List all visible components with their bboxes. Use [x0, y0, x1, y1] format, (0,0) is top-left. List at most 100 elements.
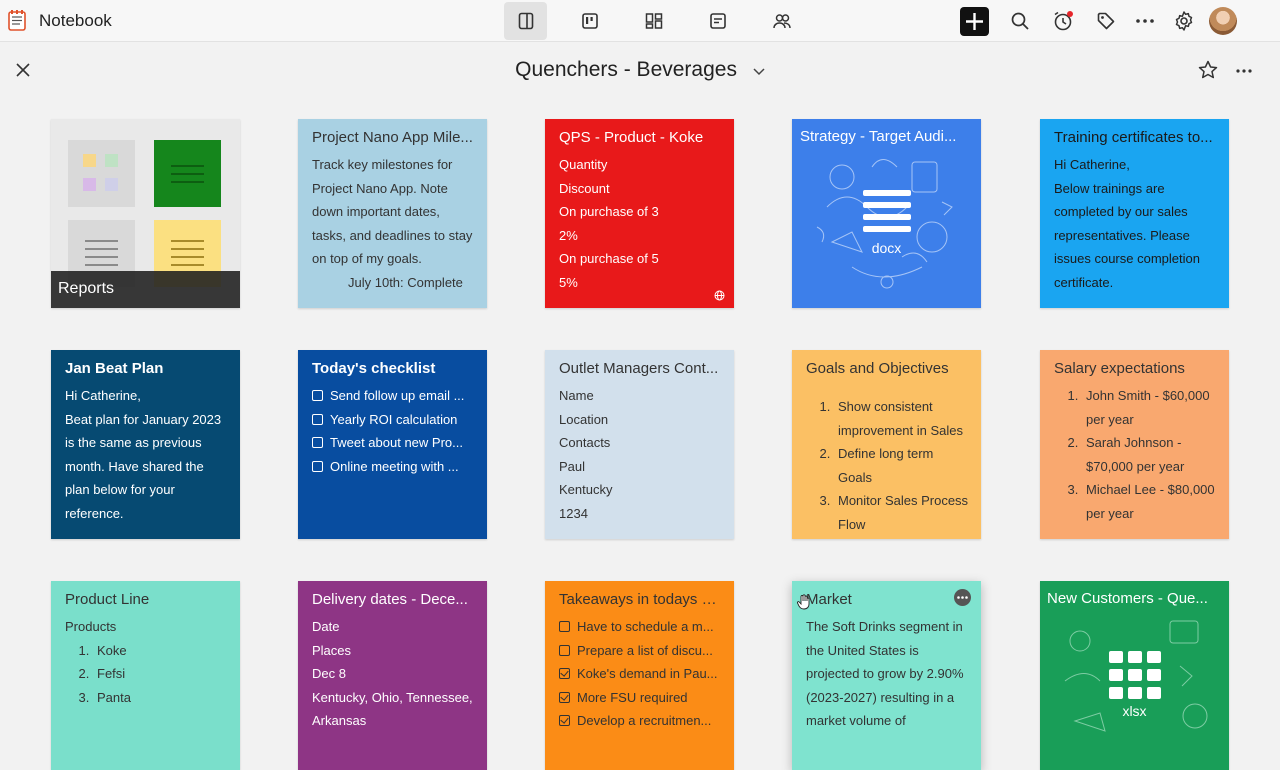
reports-group-card[interactable]: Reports: [51, 119, 240, 308]
note-card-training[interactable]: Training certificates to... Hi Catherine…: [1040, 119, 1229, 308]
notebook-title-dropdown[interactable]: Quenchers - Beverages: [0, 58, 1280, 82]
list-item: Koke: [93, 639, 228, 663]
list-item: Fefsi: [93, 662, 228, 686]
note-body: John Smith - $60,000 per year Sarah John…: [1054, 384, 1217, 526]
more-icon[interactable]: [1133, 9, 1157, 33]
list-item: Define long term Goals: [834, 442, 969, 489]
view-tabs: [504, 2, 824, 40]
note-body: Hi Catherine, Beat plan for January 2023…: [65, 384, 228, 526]
list-item: Michael Lee - $80,000 per year: [1082, 478, 1217, 525]
note-menu-icon[interactable]: [954, 589, 971, 606]
file-type-label: docx: [871, 240, 902, 256]
note-card-qps[interactable]: QPS - Product - Koke Quantity Discount O…: [545, 119, 734, 308]
checklist-item-label: Prepare a list of discu...: [577, 642, 713, 658]
checklist-item[interactable]: More FSU required: [559, 686, 722, 710]
note-text: Below trainings are completed by our sal…: [1054, 180, 1200, 290]
checkbox[interactable]: [312, 413, 323, 425]
list-item: Show consistent improvement in Sales: [834, 395, 969, 442]
checklist-item-label: Send follow up email ...: [330, 388, 465, 403]
note-title: Jan Beat Plan: [65, 360, 164, 377]
note-card-goals[interactable]: Goals and Objectives Show consistent imp…: [792, 350, 981, 539]
note-line: Date: [312, 619, 340, 634]
board-icon[interactable]: [568, 2, 611, 40]
note-card-delivery-dates[interactable]: Delivery dates - Dece... Date Places Dec…: [298, 581, 487, 770]
checkbox[interactable]: [312, 437, 323, 449]
list-item: Sarah Johnson - $70,000 per year: [1082, 431, 1217, 478]
note-title: Salary expectations: [1054, 360, 1185, 377]
note-title: QPS - Product - Koke: [559, 129, 704, 146]
note-title: Takeaways in todays M...: [559, 591, 724, 608]
note-title: Training certificates to...: [1054, 129, 1213, 146]
list-item: Monitor Sales Process Flow: [834, 489, 969, 536]
checklist-card-takeaways[interactable]: Takeaways in todays M... Have to schedul…: [545, 581, 734, 770]
chevron-down-icon: [753, 58, 765, 82]
note-card-project-nano[interactable]: Project Nano App Mile... Track key miles…: [298, 119, 487, 308]
add-icon: [966, 13, 983, 30]
file-title: Strategy - Target Audi...: [800, 128, 957, 145]
collaborators-icon[interactable]: [760, 2, 803, 40]
settings-icon[interactable]: [1172, 9, 1196, 33]
note-title: Outlet Managers Cont...: [559, 360, 719, 377]
checkbox[interactable]: [559, 644, 570, 656]
checkbox[interactable]: [312, 460, 323, 472]
file-card-new-customers[interactable]: New Customers - Que... xlsx: [1040, 581, 1229, 770]
star-icon[interactable]: [1198, 60, 1218, 80]
avatar[interactable]: [1209, 7, 1237, 35]
checkbox[interactable]: [312, 390, 323, 401]
list-item: John Smith - $60,000 per year: [1082, 384, 1217, 431]
notebook-more-icon[interactable]: [1234, 61, 1254, 81]
checklist-item[interactable]: Send follow up email ...: [312, 384, 475, 408]
note-body: The Soft Drinks segment in the United St…: [806, 615, 969, 733]
checkbox-checked[interactable]: [559, 715, 570, 727]
checklist-item-label: Koke's demand in Pau...: [577, 666, 718, 682]
note-line: Contacts: [559, 435, 611, 451]
checklist-item[interactable]: Develop a recruitmen...: [559, 709, 722, 733]
note-card-outlet-managers[interactable]: Outlet Managers Cont... Name Location Co…: [545, 350, 734, 539]
tag-icon[interactable]: [1094, 9, 1118, 33]
note-card-jan-beat[interactable]: Jan Beat Plan Hi Catherine, Beat plan fo…: [51, 350, 240, 539]
note-body: Track key milestones for Project Nano Ap…: [312, 153, 475, 295]
note-body: Date Places Dec 8 Kentucky, Ohio, Tennes…: [312, 615, 475, 733]
notebook-app-icon: [6, 9, 28, 31]
app-title: Notebook: [39, 11, 112, 30]
checklist: Have to schedule a m... Prepare a list o…: [559, 615, 722, 733]
note-line: Places: [312, 642, 352, 658]
add-button[interactable]: [960, 7, 989, 36]
note-card-salary[interactable]: Salary expectations John Smith - $60,000…: [1040, 350, 1229, 539]
checklist-item[interactable]: Yearly ROI calculation: [312, 408, 475, 432]
checklist-item[interactable]: Online meeting with ...: [312, 455, 475, 479]
sidebar-toggle-icon[interactable]: [504, 2, 547, 40]
note-title: Market: [806, 591, 852, 608]
grid-icon[interactable]: [632, 2, 675, 40]
checkbox-checked[interactable]: [559, 691, 570, 703]
note-card-product-line[interactable]: Product Line Products Koke Fefsi Panta: [51, 581, 240, 770]
checklist-item-label: Yearly ROI calculation: [330, 411, 458, 427]
note-body: Name Location Contacts Paul Kentucky 123…: [559, 384, 722, 526]
note-text: The Soft Drinks segment in the United St…: [806, 619, 964, 729]
note-title: Project Nano App Mile...: [312, 129, 473, 146]
note-icon[interactable]: [696, 2, 739, 40]
checkbox-checked[interactable]: [559, 668, 570, 680]
checklist-item[interactable]: Prepare a list of discu...: [559, 639, 722, 663]
notebook-header: Quenchers - Beverages: [0, 43, 1280, 99]
note-title: Delivery dates - Dece...: [312, 591, 468, 608]
note-line: Products: [65, 619, 117, 634]
note-line: Arkansas: [312, 713, 367, 729]
checkbox[interactable]: [559, 621, 570, 632]
note-line: 2%: [559, 227, 578, 243]
note-body: Quantity Discount On purchase of 3 2% On…: [559, 153, 722, 295]
note-line: 1234: [559, 505, 588, 521]
checklist: Send follow up email ... Yearly ROI calc…: [312, 384, 475, 478]
reminder-icon[interactable]: [1051, 9, 1075, 33]
note-title: Product Line: [65, 591, 150, 608]
checklist-card-today[interactable]: Today's checklist Send follow up email .…: [298, 350, 487, 539]
note-line: On purchase of 5: [559, 251, 659, 267]
file-card-strategy[interactable]: Strategy - Target Audi... docx: [792, 119, 981, 308]
note-card-market[interactable]: Market The Soft Drinks segment in the Un…: [792, 581, 981, 770]
checklist-item[interactable]: Have to schedule a m...: [559, 615, 722, 639]
checklist-item[interactable]: Koke's demand in Pau...: [559, 662, 722, 686]
checklist-item[interactable]: Tweet about new Pro...: [312, 431, 475, 455]
search-icon[interactable]: [1008, 9, 1032, 33]
hand-cursor-icon: [797, 594, 810, 610]
list-item: Panta: [93, 686, 228, 710]
